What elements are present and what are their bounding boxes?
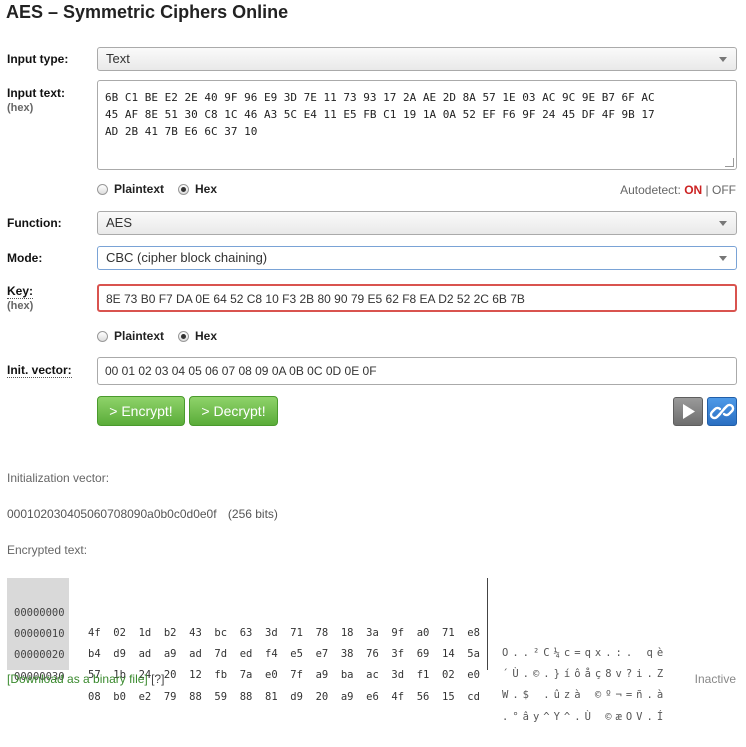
function-select[interactable]: AES (97, 211, 737, 235)
input-text-line: 6B C1 BE E2 2E 40 9F 96 E9 3D 7E 11 73 9… (105, 91, 655, 104)
input-text-area[interactable]: 6B C1 BE E2 2E 40 9F 96 E9 3D 7E 11 73 9… (97, 80, 737, 170)
output-iv-value: 000102030405060708090a0b0c0d0e0f (7, 507, 217, 521)
radio-plaintext-label[interactable]: Plaintext (114, 182, 164, 196)
input-type-label: Input type: (7, 52, 69, 66)
page-title: AES – Symmetric Ciphers Online (6, 2, 289, 22)
input-text-line: AD 2B 41 7B E6 6C 37 10 (105, 125, 258, 138)
hex-bytes: 08 b0 e2 79 88 59 88 81 d9 20 a9 e6 4f 5… (88, 691, 480, 703)
input-format-radios: Plaintext Hex (97, 182, 217, 196)
key-format-radios: Plaintext Hex (97, 329, 217, 343)
input-type-value: Text (106, 51, 130, 66)
resize-grip-icon[interactable] (725, 158, 734, 167)
radio-plaintext[interactable] (97, 330, 108, 342)
mode-value: CBC (cipher block chaining) (106, 250, 268, 265)
autodetect-label: Autodetect: (620, 183, 681, 197)
input-text-sub: (hex) (7, 102, 34, 114)
input-text-label: Input text: (hex) (7, 86, 65, 114)
link-button[interactable] (707, 397, 737, 426)
autodetect-off[interactable]: OFF (712, 183, 736, 197)
hex-row: 00000030 08 b0 e2 79 88 59 88 81 d9 20 a… (7, 647, 737, 723)
chevron-down-icon (719, 256, 727, 261)
key-label: Key: (hex) (7, 284, 33, 312)
download-link[interactable]: [Download as a binary file] (7, 672, 148, 686)
autodetect-sep: | (705, 183, 709, 197)
hex-ascii: .°ây^Y^.Ù ©æOV.Í (502, 711, 668, 723)
autodetect-on[interactable]: ON (684, 183, 702, 197)
output-iv-bits: (256 bits) (227, 507, 278, 521)
encrypt-button[interactable]: > Encrypt! (97, 396, 185, 426)
output-iv-row: 000102030405060708090a0b0c0d0e0f (256 bi… (7, 507, 278, 521)
play-button[interactable] (673, 397, 703, 426)
hex-row: 00000010 b4 d9 ad a9 ad 7d ed f4 e5 e7 3… (7, 604, 737, 680)
key-label-text: Key: (7, 284, 34, 299)
link-icon (709, 403, 735, 420)
key-sub: (hex) (7, 300, 34, 312)
function-value: AES (106, 215, 133, 230)
mode-select[interactable]: CBC (cipher block chaining) (97, 246, 737, 270)
hex-row: 00000020 57 1b 24 20 12 fb 7a e0 7f a9 b… (7, 625, 737, 701)
download-row: [Download as a binary file] [?] (7, 672, 164, 686)
key-input[interactable]: 8E 73 B0 F7 DA 0E 64 52 C8 10 F3 2B 80 9… (97, 284, 737, 312)
function-label: Function: (7, 216, 62, 230)
help-link[interactable]: [?] (151, 672, 164, 686)
encrypted-text-label: Encrypted text: (7, 543, 88, 557)
input-type-select[interactable]: Text (97, 47, 737, 71)
radio-hex[interactable] (178, 330, 190, 342)
hex-ascii: ´Ù.©.}íôåç8v?i.Z (502, 668, 668, 680)
input-text-line: 45 AF 8E 51 30 C8 1C 46 A3 5C E4 11 E5 F… (105, 108, 655, 121)
hex-dump: 00000000 4f 02 1d b2 43 bc 63 3d 71 78 1… (7, 578, 737, 723)
decrypt-button[interactable]: > Decrypt! (189, 396, 278, 426)
radio-hex-label[interactable]: Hex (195, 329, 217, 343)
iv-input[interactable]: 00 01 02 03 04 05 06 07 08 09 0A 0B 0C 0… (97, 357, 737, 385)
play-icon (683, 404, 695, 419)
chevron-down-icon (719, 57, 727, 62)
autodetect-toggle: Autodetect: ON | OFF (620, 183, 736, 197)
hex-row: 00000000 4f 02 1d b2 43 bc 63 3d 71 78 1… (7, 583, 737, 659)
radio-hex-label[interactable]: Hex (195, 182, 217, 196)
iv-label: Init. vector: (7, 363, 72, 378)
chevron-down-icon (719, 221, 727, 226)
output-iv-label: Initialization vector: (7, 471, 110, 485)
hex-ascii: W.$ .ûzà ©º¬=ñ.à (502, 689, 668, 701)
radio-hex[interactable] (178, 183, 190, 195)
status-text: Inactive (694, 672, 736, 686)
input-text-label-text: Input text: (7, 86, 65, 100)
radio-plaintext-label[interactable]: Plaintext (114, 329, 164, 343)
mode-label: Mode: (7, 251, 43, 265)
iv-label-text: Init. vector: (7, 363, 72, 378)
radio-plaintext[interactable] (97, 183, 108, 195)
